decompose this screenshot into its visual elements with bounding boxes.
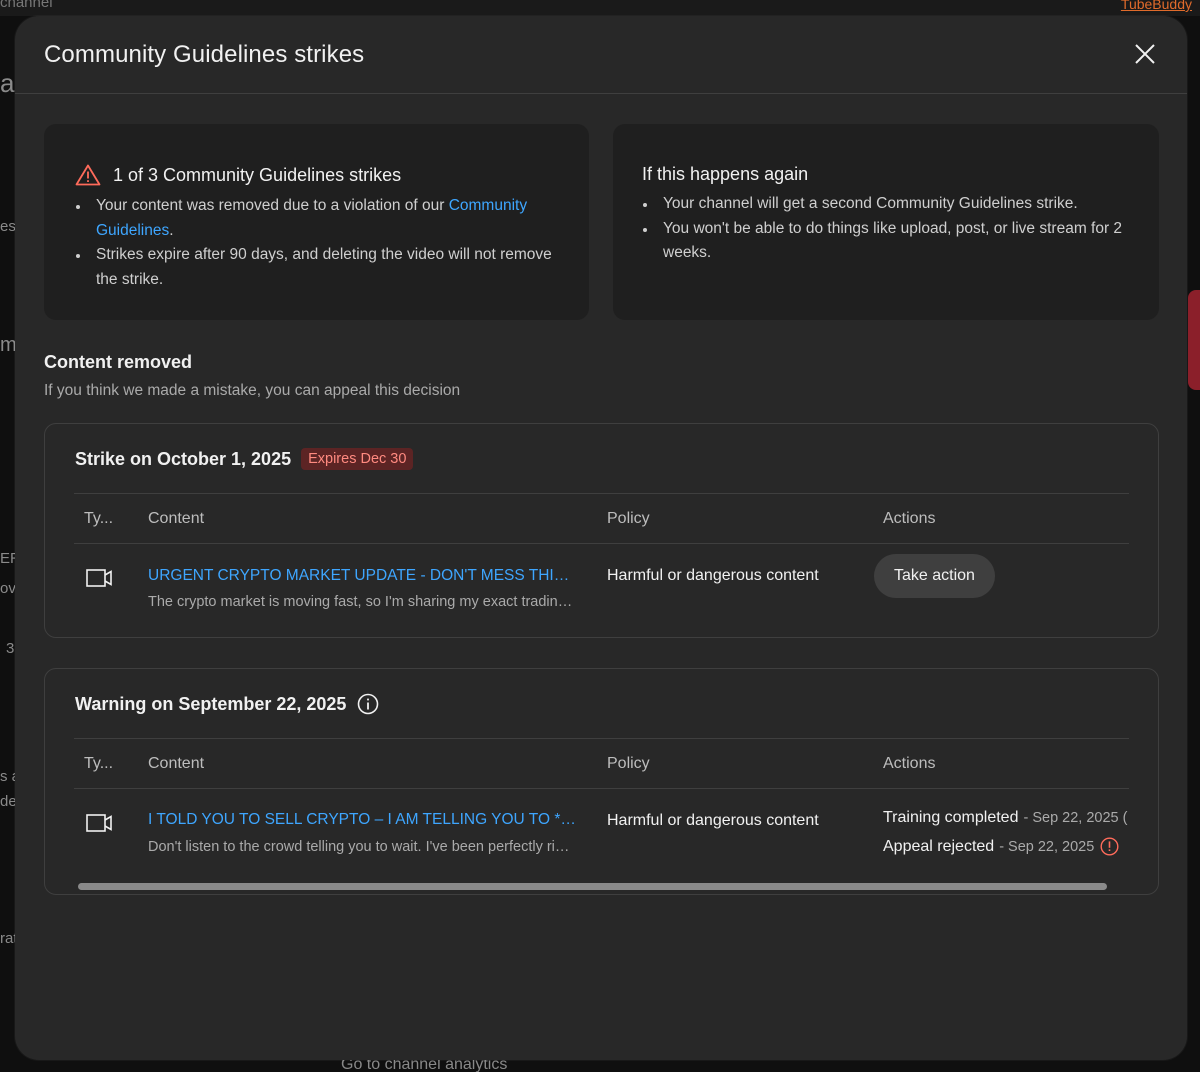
background-fragment: a <box>0 68 15 98</box>
close-icon <box>1135 44 1155 64</box>
background-topbar: channel <box>0 0 1200 16</box>
background-fragment: es <box>0 218 16 235</box>
table-divider <box>74 493 1129 494</box>
type-column-header[interactable]: Ty... <box>84 510 113 528</box>
list-item: Your channel will get a second Community… <box>642 192 1132 217</box>
video-icon <box>86 814 112 832</box>
training-status: Training completed - Sep 22, 2025 ( <box>883 809 1127 827</box>
content-removed-title: Content removed <box>44 352 193 372</box>
table-divider <box>74 543 1129 544</box>
actions-column-header[interactable]: Actions <box>883 755 935 773</box>
strikes-dialog: Community Guidelines strikes 1 of 3 Comm… <box>15 16 1187 1060</box>
scrollbar-thumb[interactable] <box>78 883 1107 890</box>
strike-count-heading: 1 of 3 Community Guidelines strikes <box>75 164 401 186</box>
list-item: Strikes expire after 90 days, and deleti… <box>75 243 565 292</box>
video-title-link[interactable]: I TOLD YOU TO SELL CRYPTO – I AM TELLING… <box>148 811 576 829</box>
background-fragment: ov <box>0 580 16 597</box>
warning-heading: Warning on September 22, 2025 <box>75 693 379 715</box>
tubebuddy-link[interactable]: TubeBuddy <box>1121 0 1192 12</box>
background-thumbnail <box>1188 290 1200 390</box>
appeal-rejected-label: Appeal rejected <box>883 837 995 855</box>
policy-column-header[interactable]: Policy <box>607 755 650 773</box>
type-column-header[interactable]: Ty... <box>84 755 113 773</box>
warning-section: Warning on September 22, 2025 Ty... Cont… <box>44 668 1159 895</box>
background-fragment: 3 <box>6 640 15 657</box>
strike-date: Strike on October 1, 2025 <box>75 448 292 469</box>
video-description: Don't listen to the crowd telling you to… <box>148 839 573 855</box>
take-action-button[interactable]: Take action <box>874 554 995 598</box>
consequences-list: Your channel will get a second Community… <box>642 192 1132 266</box>
actions-column-header[interactable]: Actions <box>883 510 935 528</box>
strike-heading: Strike on October 1, 2025 Expires Dec 30 <box>75 448 414 470</box>
strike-section: Strike on October 1, 2025 Expires Dec 30… <box>44 423 1159 638</box>
training-date: - Sep 22, 2025 ( <box>1023 810 1128 826</box>
table-divider <box>74 738 1129 739</box>
policy-column-header[interactable]: Policy <box>607 510 650 528</box>
content-column-header[interactable]: Content <box>148 755 204 773</box>
policy-text: Harmful or dangerous content <box>607 812 819 829</box>
content-column-header[interactable]: Content <box>148 510 204 528</box>
consequences-heading: If this happens again <box>642 164 809 184</box>
training-completed-label: Training completed <box>883 809 1019 826</box>
strike-count-text: 1 of 3 Community Guidelines strikes <box>113 164 402 185</box>
video-icon <box>86 569 112 587</box>
dialog-header: Community Guidelines strikes <box>15 16 1187 94</box>
warning-date: Warning on September 22, 2025 <box>75 693 347 714</box>
expires-badge: Expires Dec 30 <box>301 448 414 470</box>
info-icon[interactable] <box>357 693 379 715</box>
horizontal-scrollbar[interactable] <box>75 883 1135 890</box>
consequences-card: If this happens again Your channel will … <box>613 124 1159 320</box>
appeal-status: Appeal rejected - Sep 22, 2025 <box>883 837 1119 856</box>
content-removed-subtitle: If you think we made a mistake, you can … <box>44 382 461 399</box>
list-item: Your content was removed due to a violat… <box>75 194 565 243</box>
policy-text: Harmful or dangerous content <box>607 567 819 584</box>
dialog-title: Community Guidelines strikes <box>44 40 365 68</box>
list-item: You won't be able to do things like uplo… <box>642 217 1132 266</box>
alert-info-icon[interactable] <box>1100 837 1119 856</box>
video-description: The crypto market is moving fast, so I'm… <box>148 594 578 610</box>
close-button[interactable] <box>1133 42 1157 66</box>
video-title-link[interactable]: URGENT CRYPTO MARKET UPDATE - DON'T MESS… <box>148 567 578 585</box>
list-item-text: . <box>169 221 174 239</box>
strike-summary-card: 1 of 3 Community Guidelines strikes Your… <box>44 124 589 320</box>
warning-icon <box>75 164 101 186</box>
table-divider <box>74 788 1129 789</box>
appeal-date: - Sep 22, 2025 <box>999 838 1095 855</box>
background-channel-text: channel <box>0 0 53 11</box>
strike-info-list: Your content was removed due to a violat… <box>75 194 565 292</box>
list-item-text: Your content was removed due to a violat… <box>96 197 449 214</box>
